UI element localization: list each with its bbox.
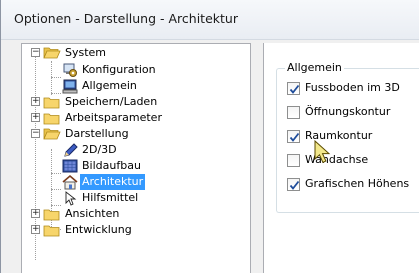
mouse-cursor-icon [314,140,331,164]
folder-icon [43,97,60,109]
folder-icon [43,209,60,221]
dialog-body: − System Konfiguration Allgemein + Speic… [1,40,419,273]
checkbox-box[interactable] [287,178,300,191]
tree-item-label: Speichern/Laden [65,95,158,108]
checkbox-label: Fussboden im 3D [305,81,400,94]
tree-item-bildaufbau[interactable]: Bildaufbau [22,158,222,174]
options-window: Optionen - Darstellung - Architektur − S… [0,0,419,273]
window-title: Optionen - Darstellung - Architektur [14,11,238,26]
checkmark-icon [289,132,300,142]
checkbox-box[interactable] [287,82,300,95]
expand-toggle[interactable]: + [31,113,40,122]
checkbox-box[interactable] [287,130,300,143]
tree-item-label: Darstellung [65,127,129,140]
house-icon [62,174,78,190]
tree-item-system[interactable]: − System [22,45,222,61]
tree-item-label: Bildaufbau [82,159,141,172]
checkbox-oeffnungskontur[interactable]: Öffnungskontur [287,105,419,121]
expand-toggle[interactable]: + [31,97,40,106]
category-tree[interactable]: − System Konfiguration Allgemein + Speic… [21,43,251,273]
tree-item-label: Arbeitsparameter [65,111,162,124]
tree-item-architektur[interactable]: Architektur [22,174,222,190]
checkbox-box[interactable] [287,154,300,167]
tree-item-label: System [65,46,107,59]
folder-icon [43,113,60,125]
tree-item-label: Allgemein [82,79,137,92]
tree-item-label: Konfiguration [82,63,156,76]
checkmark-icon [289,84,300,94]
computer-icon [62,79,78,94]
tree-item-darstellung[interactable]: − Darstellung [22,126,222,142]
checkbox-fussboden-3d[interactable]: Fussboden im 3D [287,81,419,97]
tree-item-label: Hilfsmittel [82,191,139,204]
tree-item-label: 2D/3D [82,143,117,156]
tree-item-label: Architektur [80,174,146,190]
checkbox-box[interactable] [287,106,300,119]
tree-item-label: Ansichten [65,207,120,220]
tree-item-speichern-laden[interactable]: + Speichern/Laden [22,94,222,110]
general-groupbox: Allgemein Fussboden im 3D Öffnungskontur [276,61,419,213]
pencil-icon [64,143,78,157]
tree-item-arbeitsparameter[interactable]: + Arbeitsparameter [22,110,222,126]
expand-toggle[interactable]: + [31,225,40,234]
expand-toggle[interactable]: + [31,209,40,218]
tree-item-ansichten[interactable]: + Ansichten [22,206,222,222]
settings-panel: Allgemein Fussboden im 3D Öffnungskontur [263,43,419,273]
tree-item-konfiguration[interactable]: Konfiguration [22,62,222,78]
checkbox-raumkontur[interactable]: Raumkontur [287,129,419,145]
tree-item-label: Entwicklung [65,223,132,236]
group-title: Allgemein [285,61,344,74]
screen-grid-icon [62,159,78,173]
tree-item-hilfsmittel[interactable]: Hilfsmittel [22,190,222,206]
title-bar[interactable]: Optionen - Darstellung - Architektur [1,0,419,40]
checkbox-grafischen-hoehen[interactable]: Grafischen Höhens [287,177,419,193]
open-folder-icon [43,128,61,140]
checkbox-label: Grafischen Höhens [305,177,410,190]
configuration-icon [63,63,77,77]
tree-item-entwicklung[interactable]: + Entwicklung [22,222,222,238]
tree-item-2d-3d[interactable]: 2D/3D [22,142,222,158]
folder-icon [43,225,60,237]
pointer-icon [65,191,77,206]
open-folder-icon [43,47,61,59]
collapse-toggle[interactable]: − [31,48,40,57]
collapse-toggle[interactable]: − [31,129,40,138]
checkbox-label: Öffnungskontur [305,105,391,118]
tree-item-allgemein[interactable]: Allgemein [22,78,222,94]
checkbox-wandachse[interactable]: Wandachse [287,153,419,169]
checkmark-icon [289,180,300,190]
